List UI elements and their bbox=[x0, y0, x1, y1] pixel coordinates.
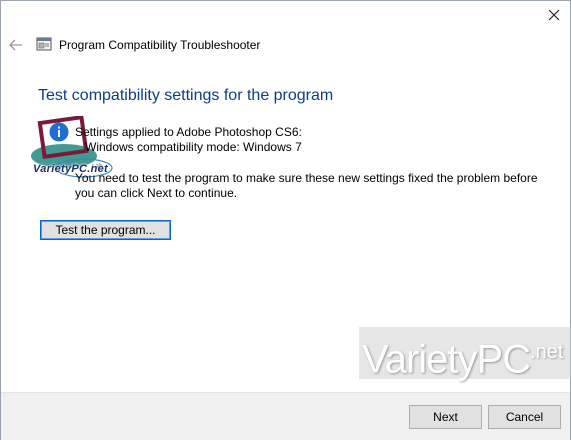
test-program-button[interactable]: Test the program... bbox=[40, 220, 171, 240]
page-heading: Test compatibility settings for the prog… bbox=[38, 87, 334, 104]
close-button[interactable] bbox=[538, 0, 570, 30]
back-arrow-icon bbox=[9, 39, 22, 51]
watermark-big-sup: .net bbox=[530, 341, 564, 363]
back-button[interactable] bbox=[6, 35, 26, 55]
instruction-text: You need to test the program to make sur… bbox=[75, 171, 538, 200]
watermark-big-main: VarietyPC bbox=[362, 337, 531, 382]
close-icon bbox=[548, 9, 560, 21]
info-icon bbox=[49, 122, 69, 142]
compat-mode-text: Windows compatibility mode: Windows 7 bbox=[85, 140, 302, 154]
troubleshooter-icon bbox=[36, 37, 52, 51]
watermark-big-text: VarietyPC.net bbox=[362, 330, 563, 381]
footer-bar bbox=[1, 392, 570, 440]
cancel-button[interactable]: Cancel bbox=[488, 405, 561, 429]
window-title: Program Compatibility Troubleshooter bbox=[59, 38, 261, 52]
next-button[interactable]: Next bbox=[409, 405, 482, 429]
settings-applied-text: Settings applied to Adobe Photoshop CS6: bbox=[75, 125, 302, 139]
